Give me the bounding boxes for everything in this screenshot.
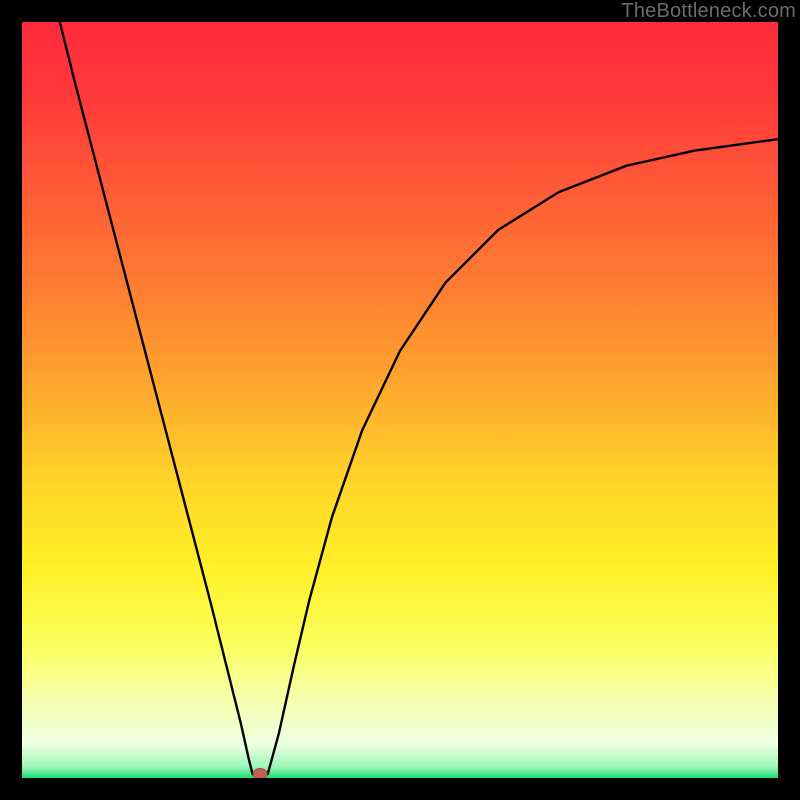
chart-frame xyxy=(22,22,778,778)
watermark-text: TheBottleneck.com xyxy=(621,0,796,23)
bottleneck-curve-chart xyxy=(22,22,778,778)
chart-background xyxy=(22,22,778,778)
minimum-marker xyxy=(253,769,267,779)
